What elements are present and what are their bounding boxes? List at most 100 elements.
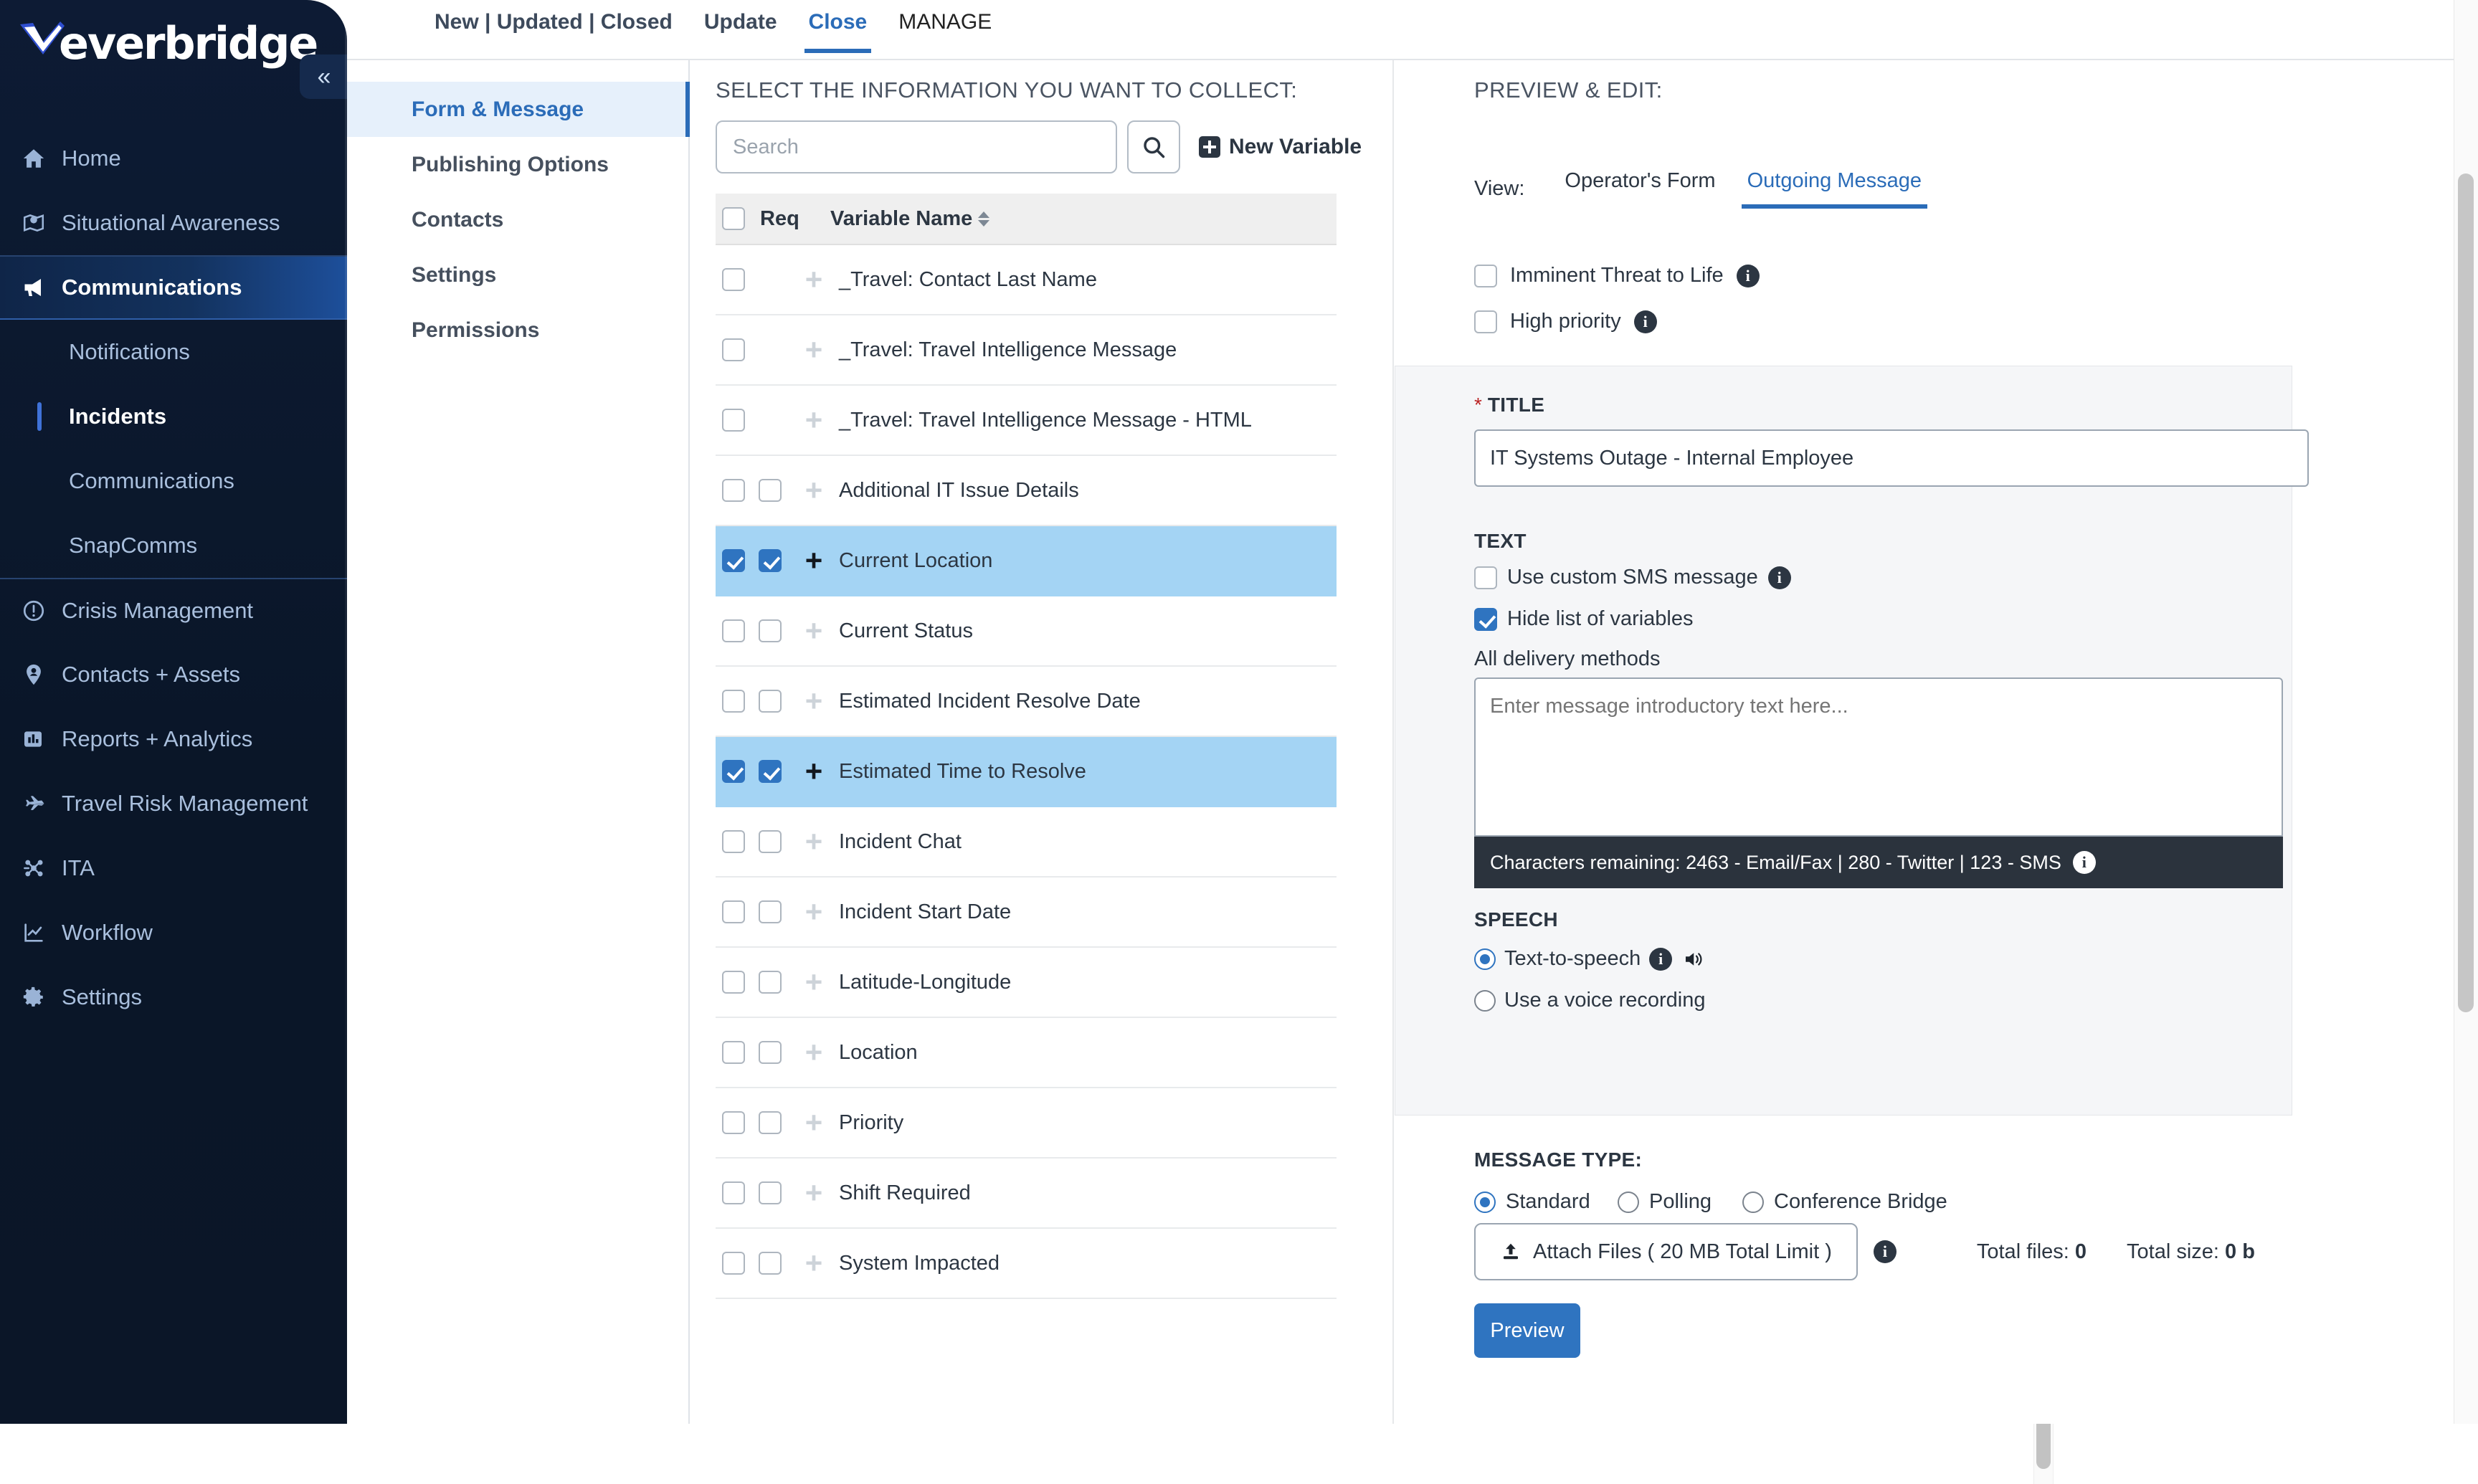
message-type-conference-radio[interactable] [1742, 1191, 1764, 1213]
row-required-cell[interactable] [751, 1181, 789, 1204]
table-row[interactable]: + _Travel: Contact Last Name [716, 245, 1337, 315]
title-input[interactable] [1474, 429, 2309, 487]
add-variable-icon[interactable]: + [789, 756, 839, 786]
text-to-speech-radio[interactable] [1474, 948, 1496, 970]
high-priority-checkbox[interactable] [1474, 310, 1497, 333]
add-variable-icon[interactable]: + [789, 897, 839, 927]
row-required-cell[interactable] [751, 830, 789, 853]
formnav-item-contacts[interactable]: Contacts [347, 192, 688, 247]
row-required-cell[interactable] [751, 690, 789, 713]
hide-variables-checkbox[interactable] [1474, 607, 1497, 631]
row-select-cell[interactable] [716, 1041, 751, 1064]
add-variable-icon[interactable]: + [789, 616, 839, 646]
row-required-checkbox[interactable] [759, 1111, 782, 1134]
row-select-checkbox[interactable] [722, 1041, 745, 1064]
row-required-cell[interactable] [751, 619, 789, 642]
row-select-checkbox[interactable] [722, 409, 745, 432]
search-input[interactable] [716, 120, 1117, 173]
row-select-cell[interactable] [716, 619, 751, 642]
info-icon[interactable]: i [1767, 566, 1791, 589]
tab-update[interactable]: Update [688, 0, 793, 44]
row-required-checkbox[interactable] [759, 1252, 782, 1275]
add-variable-icon[interactable]: + [789, 827, 839, 857]
info-icon[interactable]: i [1649, 947, 1673, 971]
row-select-cell[interactable] [716, 409, 751, 432]
sidebar-subitem-communications[interactable]: Communications [0, 449, 347, 513]
imminent-threat-row[interactable]: Imminent Threat to Life i [1474, 264, 1760, 287]
sort-toggle-icon[interactable] [978, 211, 990, 227]
table-row[interactable]: + Additional IT Issue Details [716, 456, 1337, 526]
tab-outgoing-message[interactable]: Outgoing Message [1732, 169, 1937, 209]
table-row[interactable]: + Current Status [716, 596, 1337, 667]
row-select-checkbox[interactable] [722, 830, 745, 853]
row-select-checkbox[interactable] [722, 1252, 745, 1275]
add-variable-icon[interactable]: + [789, 1037, 839, 1067]
row-required-checkbox[interactable] [759, 619, 782, 642]
attach-files-button[interactable]: Attach Files ( 20 MB Total Limit ) [1474, 1223, 1858, 1280]
tab-new-updated-closed[interactable]: New | Updated | Closed [419, 0, 688, 44]
sidebar-subitem-snapcomms[interactable]: SnapComms [0, 513, 347, 578]
page-scrollbar-thumb[interactable] [2458, 173, 2474, 1012]
row-required-checkbox[interactable] [759, 830, 782, 853]
row-required-checkbox[interactable] [759, 1181, 782, 1204]
row-select-cell[interactable] [716, 479, 751, 502]
voice-recording-radio[interactable] [1474, 989, 1496, 1012]
add-variable-icon[interactable]: + [789, 1108, 839, 1138]
tab-manage[interactable]: MANAGE [883, 0, 1007, 44]
row-required-cell[interactable] [751, 479, 789, 502]
info-icon[interactable]: i [1633, 310, 1657, 333]
use-custom-sms-row[interactable]: Use custom SMS message i [1474, 566, 1791, 589]
message-type-standard-radio[interactable] [1474, 1191, 1496, 1213]
row-select-checkbox[interactable] [722, 268, 745, 291]
row-select-checkbox[interactable] [722, 971, 745, 994]
row-required-cell[interactable] [751, 1111, 789, 1134]
speaker-icon[interactable] [1681, 948, 1705, 970]
row-select-checkbox[interactable] [722, 1181, 745, 1204]
message-type-conference-row[interactable]: Conference Bridge [1742, 1190, 1947, 1214]
row-select-checkbox[interactable] [722, 900, 745, 923]
table-row[interactable]: + System Impacted [716, 1229, 1337, 1299]
column-header-variable-name[interactable]: Variable Name [830, 207, 990, 231]
table-row[interactable]: + Estimated Time to Resolve [716, 737, 1337, 807]
table-row[interactable]: + Incident Start Date [716, 877, 1337, 948]
table-row[interactable]: + Priority [716, 1088, 1337, 1159]
info-icon[interactable]: i [1736, 264, 1760, 287]
add-variable-icon[interactable]: + [789, 475, 839, 505]
add-variable-icon[interactable]: + [789, 265, 839, 295]
table-row[interactable]: + Latitude-Longitude [716, 948, 1337, 1018]
row-select-checkbox[interactable] [722, 479, 745, 502]
sidebar-item-workflow[interactable]: Workflow [0, 900, 347, 965]
everbridge-logo[interactable]: everbridge ™ [19, 13, 318, 70]
row-select-cell[interactable] [716, 1181, 751, 1204]
row-select-checkbox[interactable] [722, 1111, 745, 1134]
use-custom-sms-checkbox[interactable] [1474, 566, 1497, 589]
row-select-checkbox[interactable] [722, 760, 745, 783]
row-required-cell[interactable] [751, 971, 789, 994]
row-required-cell[interactable] [751, 900, 789, 923]
tab-operators-form[interactable]: Operator's Form [1549, 169, 1731, 209]
message-type-polling-radio[interactable] [1618, 1191, 1639, 1213]
add-variable-icon[interactable]: + [789, 1178, 839, 1208]
row-select-cell[interactable] [716, 1111, 751, 1134]
row-select-checkbox[interactable] [722, 549, 745, 572]
row-required-cell[interactable] [751, 1252, 789, 1275]
sidebar-item-reports-analytics[interactable]: Reports + Analytics [0, 707, 347, 771]
row-required-checkbox[interactable] [759, 1041, 782, 1064]
row-select-checkbox[interactable] [722, 690, 745, 713]
info-icon[interactable]: i [1873, 1240, 1897, 1263]
row-required-checkbox[interactable] [759, 900, 782, 923]
formnav-item-form-and-message[interactable]: Form & Message [347, 82, 690, 137]
sidebar-item-contacts-assets[interactable]: Contacts + Assets [0, 642, 347, 707]
sidebar-item-communications[interactable]: Communications [0, 255, 347, 320]
add-variable-icon[interactable]: + [789, 686, 839, 716]
row-required-cell[interactable] [751, 1041, 789, 1064]
row-select-cell[interactable] [716, 900, 751, 923]
search-button[interactable] [1127, 120, 1180, 173]
sidebar-subitem-incidents[interactable]: Incidents [0, 384, 347, 449]
sidebar-subitem-notifications[interactable]: Notifications [0, 320, 347, 384]
message-type-standard-row[interactable]: Standard [1474, 1190, 1590, 1214]
row-required-cell[interactable] [751, 760, 789, 783]
row-select-checkbox[interactable] [722, 619, 745, 642]
add-variable-icon[interactable]: + [789, 335, 839, 365]
preview-button[interactable]: Preview [1474, 1303, 1580, 1358]
